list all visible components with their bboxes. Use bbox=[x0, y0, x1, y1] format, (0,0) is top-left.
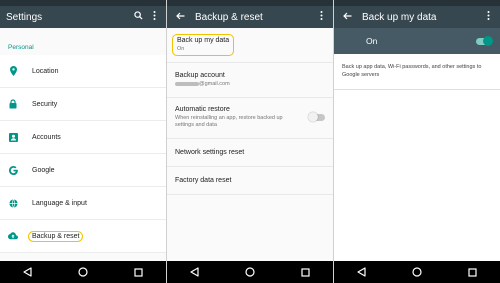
backup-my-data-item[interactable]: Back up my data On bbox=[167, 28, 333, 64]
item-description: When reinstalling an app, restore backed… bbox=[175, 115, 283, 129]
settings-item-language[interactable]: Language & input bbox=[0, 187, 166, 220]
backup-toggle[interactable] bbox=[476, 35, 493, 46]
location-pin-icon bbox=[8, 66, 18, 76]
redacted-email-blur bbox=[175, 81, 199, 86]
settings-item-label: Security bbox=[32, 100, 58, 108]
settings-item-accounts[interactable]: Accounts bbox=[0, 121, 166, 154]
settings-item-location[interactable]: Location bbox=[0, 55, 166, 88]
back-nav-icon[interactable] bbox=[17, 263, 39, 281]
network-settings-reset-item[interactable]: Network settings reset bbox=[167, 138, 333, 167]
lock-icon bbox=[8, 99, 18, 109]
settings-screen: Settings Personal Location Security Acco… bbox=[0, 0, 166, 283]
email-domain: @gmail.com bbox=[199, 81, 230, 88]
overflow-menu-icon[interactable] bbox=[482, 11, 494, 23]
overflow-menu-icon[interactable] bbox=[315, 11, 327, 23]
backup-account-item[interactable]: Backup account @gmail.com bbox=[167, 63, 333, 99]
recents-nav-icon[interactable] bbox=[461, 263, 483, 281]
item-title: Back up my data bbox=[177, 37, 230, 44]
google-g-icon bbox=[8, 165, 18, 175]
account-card-icon bbox=[8, 132, 18, 142]
backup-reset-screen: Backup & reset Back up my data On Backup… bbox=[166, 0, 333, 283]
item-title: Backup account bbox=[175, 72, 225, 80]
settings-item-label: Google bbox=[32, 166, 55, 174]
settings-item-label: Language & input bbox=[32, 199, 87, 207]
back-nav-icon[interactable] bbox=[184, 263, 206, 281]
backup-data-screen: Back up my data On Back up app data, Wi-… bbox=[333, 0, 500, 283]
recents-nav-icon[interactable] bbox=[294, 263, 316, 281]
home-nav-icon[interactable] bbox=[72, 263, 94, 281]
settings-item-label: Backup & reset bbox=[28, 230, 84, 242]
globe-icon bbox=[8, 198, 18, 208]
screens-container: Settings Personal Location Security Acco… bbox=[0, 0, 500, 283]
item-title: Automatic restore bbox=[175, 106, 230, 114]
back-arrow-icon[interactable] bbox=[173, 11, 187, 23]
switch-label: On bbox=[366, 36, 378, 46]
settings-item-label: Accounts bbox=[32, 133, 61, 141]
item-title: Network settings reset bbox=[175, 148, 245, 156]
app-bar: Backup & reset bbox=[167, 6, 333, 28]
settings-item-backup-reset[interactable]: Backup & reset bbox=[0, 220, 166, 253]
back-arrow-icon[interactable] bbox=[340, 11, 354, 23]
settings-item-google[interactable]: Google bbox=[0, 154, 166, 187]
back-nav-icon[interactable] bbox=[351, 263, 373, 281]
cloud-upload-icon bbox=[8, 231, 18, 241]
backup-description: Back up app data, Wi-Fi passwords, and o… bbox=[334, 54, 500, 91]
item-status: On bbox=[177, 46, 185, 52]
factory-data-reset-item[interactable]: Factory data reset bbox=[167, 166, 333, 195]
recents-nav-icon[interactable] bbox=[127, 263, 149, 281]
settings-item-security[interactable]: Security bbox=[0, 88, 166, 121]
search-icon[interactable] bbox=[132, 11, 144, 23]
home-nav-icon[interactable] bbox=[406, 263, 428, 281]
app-bar: Settings bbox=[0, 6, 166, 28]
section-header-personal: Personal bbox=[8, 44, 34, 51]
nav-bar bbox=[334, 261, 500, 283]
automatic-restore-toggle[interactable] bbox=[308, 112, 325, 123]
nav-bar bbox=[167, 261, 333, 283]
automatic-restore-item[interactable]: Automatic restore When reinstalling an a… bbox=[167, 98, 333, 139]
page-title: Back up my data bbox=[362, 11, 437, 23]
page-title: Settings bbox=[6, 11, 43, 23]
page-title: Backup & reset bbox=[195, 11, 263, 23]
highlight-box: Back up my data On bbox=[172, 34, 235, 57]
settings-item-label: Location bbox=[32, 67, 59, 75]
app-bar: Back up my data bbox=[334, 6, 500, 28]
master-switch-bar[interactable]: On bbox=[334, 28, 500, 54]
home-nav-icon[interactable] bbox=[239, 263, 261, 281]
overflow-menu-icon[interactable] bbox=[148, 11, 160, 23]
item-title: Factory data reset bbox=[175, 176, 232, 184]
nav-bar bbox=[0, 261, 166, 283]
account-email: @gmail.com bbox=[175, 81, 325, 88]
